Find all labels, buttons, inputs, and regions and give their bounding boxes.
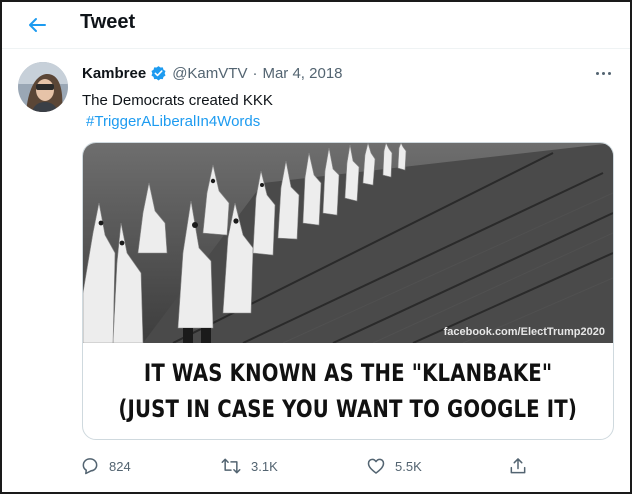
page-header: Tweet xyxy=(2,2,630,49)
more-options-button[interactable] xyxy=(590,63,616,83)
back-button[interactable] xyxy=(22,10,52,40)
retweet-count: 3.1K xyxy=(251,458,278,474)
arrow-left-icon xyxy=(29,18,46,32)
tweet-actions: 824 3.1K 5.5K xyxy=(80,454,540,478)
hashtag-link[interactable]: #TriggerALiberalIn4Words xyxy=(86,111,260,132)
avatar[interactable] xyxy=(18,62,68,112)
retweet-icon xyxy=(221,458,241,474)
tweet-text: The Democrats created KKK xyxy=(82,92,273,109)
more-horizontal-icon xyxy=(595,71,599,75)
share-button[interactable] xyxy=(508,454,528,478)
author-handle[interactable]: @KamVTV xyxy=(172,65,247,82)
like-button[interactable]: 5.5K xyxy=(366,454,422,478)
klan-march-photo: facebook.com/ElectTrump2020 xyxy=(83,143,613,343)
avatar-image xyxy=(18,62,68,112)
tweet-author-line: Kambree @KamVTV · Mar 4, 2018 xyxy=(82,65,343,82)
photo-watermark: facebook.com/ElectTrump2020 xyxy=(444,326,605,338)
verified-badge-icon xyxy=(150,65,167,82)
separator-dot: · xyxy=(252,65,258,82)
retweet-button[interactable]: 3.1K xyxy=(220,454,278,478)
caption-line-2: (JUST IN CASE YOU WANT TO GOOGLE IT) xyxy=(118,395,578,423)
like-count: 5.5K xyxy=(395,458,422,474)
tweet-media-card[interactable]: facebook.com/ElectTrump2020 IT WAS KNOWN… xyxy=(82,142,614,440)
like-icon xyxy=(367,458,385,474)
caption-line-1: IT WAS KNOWN AS THE "KLANBAKE" xyxy=(143,359,553,387)
reply-button[interactable]: 824 xyxy=(80,454,131,478)
tweet-date[interactable]: Mar 4, 2018 xyxy=(262,65,342,82)
author-name[interactable]: Kambree xyxy=(82,65,146,82)
meme-caption: IT WAS KNOWN AS THE "KLANBAKE" (JUST IN … xyxy=(83,343,613,439)
page-title: Tweet xyxy=(80,11,136,33)
share-icon xyxy=(510,458,526,474)
reply-icon xyxy=(82,458,98,475)
reply-count: 824 xyxy=(109,458,131,474)
